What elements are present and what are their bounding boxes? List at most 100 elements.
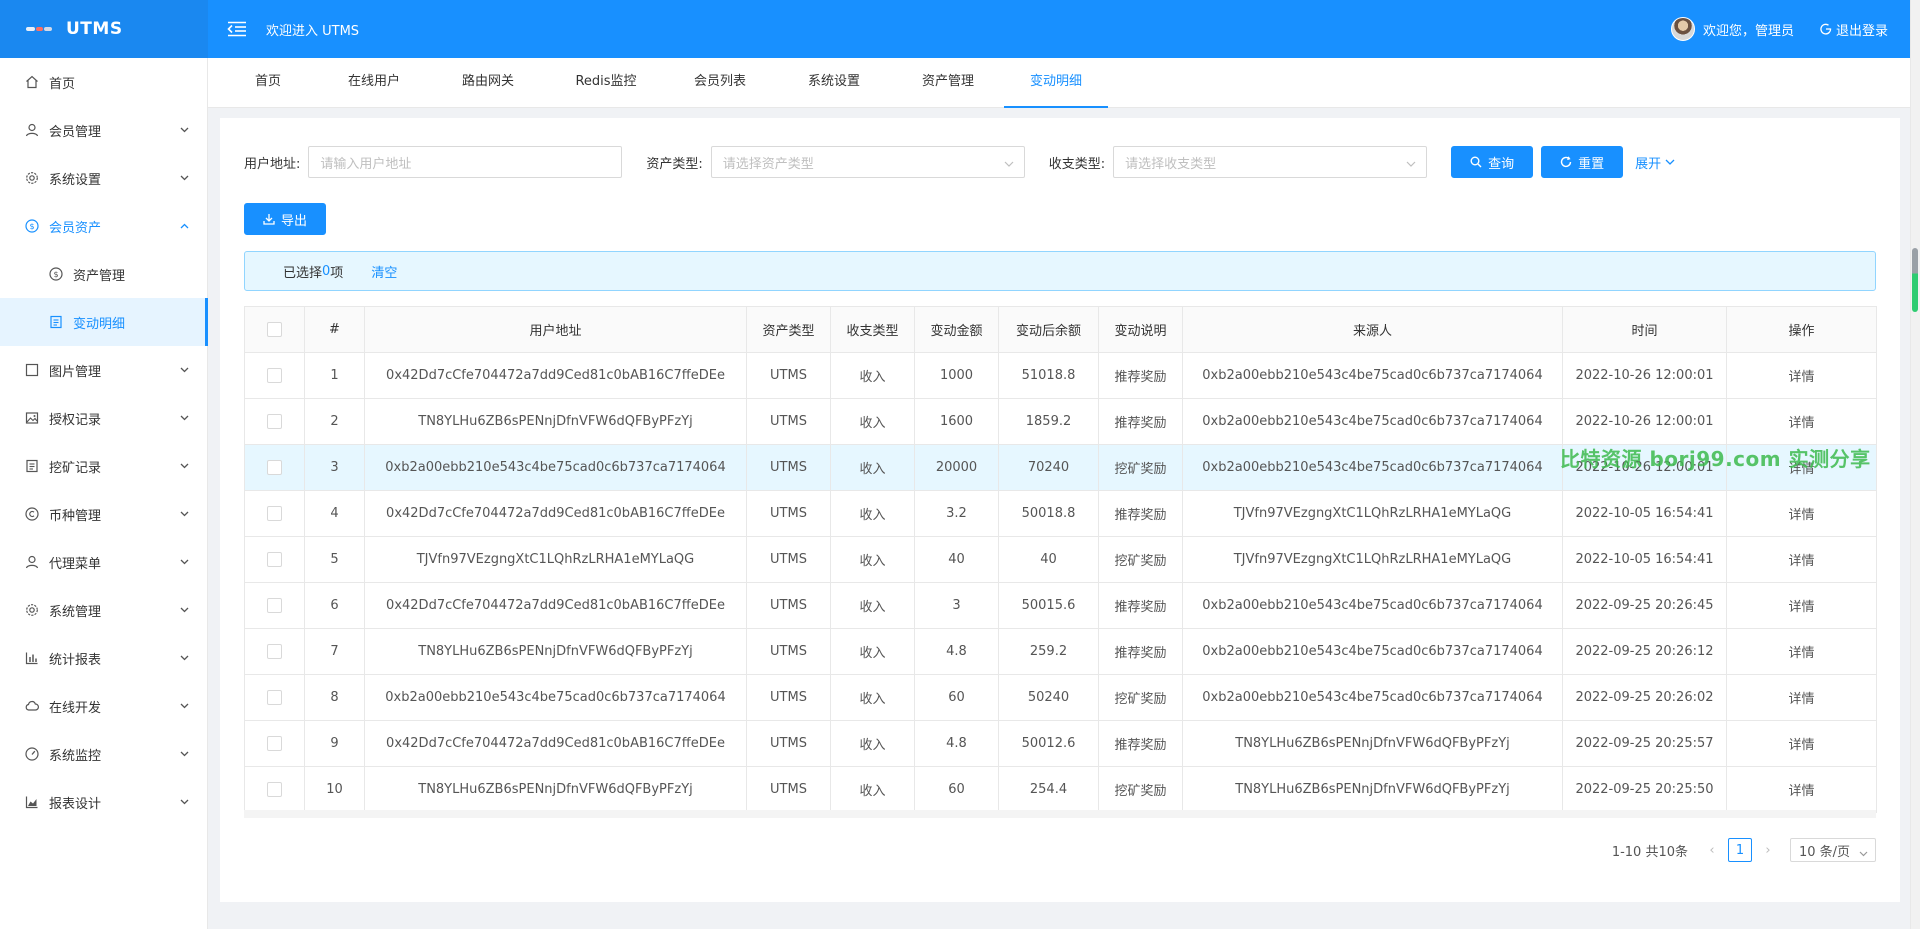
cloud-icon	[24, 698, 40, 714]
table-header-row: # 用户地址 资产类型 收支类型 变动金额 变动后余额 变动说明 来源人 时间 …	[244, 306, 1877, 353]
row-checkbox[interactable]	[244, 628, 305, 675]
details-link[interactable]: 详情	[1726, 582, 1877, 629]
row-checkbox[interactable]	[244, 490, 305, 537]
table-row[interactable]: 9 0x42Dd7cCfe704472a7dd9Ced81c0bAB16C7ff…	[244, 720, 1877, 767]
sidebar-item-member-management[interactable]: 会员管理	[0, 106, 207, 154]
page-size-select[interactable]: 10 条/页	[1790, 838, 1876, 862]
reset-button[interactable]: 重置	[1541, 146, 1624, 178]
logout-button[interactable]: 退出登录	[1820, 20, 1888, 39]
table-row[interactable]: 10 TN8YLHu6ZB6sPENnjDfnVFW6dQFByPFzYj UT…	[244, 766, 1877, 813]
table-row[interactable]: 6 0x42Dd7cCfe704472a7dd9Ced81c0bAB16C7ff…	[244, 582, 1877, 629]
details-link[interactable]: 详情	[1726, 398, 1877, 445]
details-link[interactable]: 详情	[1726, 536, 1877, 583]
chevron-down-icon	[1004, 157, 1014, 172]
select-all-checkbox[interactable]	[244, 306, 305, 353]
row-checkbox[interactable]	[244, 444, 305, 491]
sidebar-item-change-details[interactable]: 变动明细	[0, 298, 208, 346]
tab-route-gateway[interactable]: 路由网关	[448, 58, 528, 108]
dashboard-icon	[24, 746, 40, 762]
svg-text:$: $	[29, 222, 34, 231]
sidebar-item-system-settings[interactable]: 系统设置	[0, 154, 207, 202]
menu-fold-icon[interactable]	[226, 19, 248, 39]
page-1-button[interactable]: 1	[1728, 838, 1752, 862]
sidebar-item-currency-management[interactable]: 币种管理	[0, 490, 207, 538]
sidebar-item-online-development[interactable]: 在线开发	[0, 682, 207, 730]
col-header-source: 来源人	[1182, 306, 1563, 353]
user-avatar[interactable]	[1670, 17, 1695, 41]
chevron-down-icon	[179, 701, 189, 711]
expand-toggle[interactable]: 展开	[1635, 153, 1675, 172]
col-header-asset-type: 资产类型	[746, 306, 831, 353]
pagination: 1-10 共10条 ‹ 1 › 10 条/页	[1612, 838, 1876, 862]
page-scrollbar[interactable]	[1910, 0, 1920, 929]
sidebar-item-authorization-records[interactable]: 授权记录	[0, 394, 207, 442]
row-checkbox[interactable]	[244, 674, 305, 721]
details-link[interactable]: 详情	[1726, 628, 1877, 675]
sidebar-item-home[interactable]: 首页	[0, 58, 207, 106]
chevron-down-icon	[179, 509, 189, 519]
table-row[interactable]: 8 0xb2a00ebb210e543c4be75cad0c6b737ca717…	[244, 674, 1877, 721]
sidebar-item-mining-records[interactable]: 挖矿记录	[0, 442, 207, 490]
details-link[interactable]: 详情	[1726, 720, 1877, 767]
dollar-circle-icon: $	[24, 218, 40, 234]
user-address-input[interactable]: 请输入用户地址	[308, 146, 623, 178]
sidebar-item-member-assets[interactable]: $ 会员资产	[0, 202, 207, 250]
tab-home[interactable]: 首页	[240, 58, 296, 108]
table-horizontal-scrollbar[interactable]	[244, 810, 1876, 818]
row-checkbox[interactable]	[244, 766, 305, 813]
chevron-down-icon	[179, 365, 189, 375]
tab-online-users[interactable]: 在线用户	[334, 58, 414, 108]
row-checkbox[interactable]	[244, 398, 305, 445]
top-header: UTMS 欢迎进入 UTMS 欢迎您，管理员 退出登录	[0, 0, 1920, 58]
table-row[interactable]: 7 TN8YLHu6ZB6sPENnjDfnVFW6dQFByPFzYj UTM…	[244, 628, 1877, 675]
filter-bar: 用户地址: 请输入用户地址 资产类型: 请选择资产类型 收支类型: 请选择收支类…	[244, 146, 1675, 178]
chevron-down-icon	[179, 605, 189, 615]
table-row[interactable]: 4 0x42Dd7cCfe704472a7dd9Ced81c0bAB16C7ff…	[244, 490, 1877, 537]
table-row[interactable]: 5 TJVfn97VEzgngXtC1LQhRzLRHA1eMYLaQG UTM…	[244, 536, 1877, 583]
sidebar-item-system-monitoring[interactable]: 系统监控	[0, 730, 207, 778]
details-link[interactable]: 详情	[1726, 352, 1877, 399]
sidebar-item-agent-menu[interactable]: 代理菜单	[0, 538, 207, 586]
user-greeting[interactable]: 欢迎您，管理员	[1703, 20, 1794, 39]
sidebar-item-statistics-reports[interactable]: 统计报表	[0, 634, 207, 682]
tab-system-settings[interactable]: 系统设置	[794, 58, 874, 108]
asset-type-select[interactable]: 请选择资产类型	[710, 146, 1025, 178]
table-row[interactable]: 2 TN8YLHu6ZB6sPENnjDfnVFW6dQFByPFzYj UTM…	[244, 398, 1877, 445]
row-checkbox[interactable]	[244, 536, 305, 583]
change-details-table: # 用户地址 资产类型 收支类型 变动金额 变动后余额 变动说明 来源人 时间 …	[244, 306, 1877, 813]
io-type-select[interactable]: 请选择收支类型	[1113, 146, 1428, 178]
sidebar-item-report-design[interactable]: 报表设计	[0, 778, 207, 826]
gear-icon	[24, 170, 40, 186]
sidebar-item-image-management[interactable]: 图片管理	[0, 346, 207, 394]
next-page-icon[interactable]: ›	[1756, 843, 1780, 858]
app-logo[interactable]: UTMS	[0, 0, 208, 58]
user-icon	[24, 122, 40, 138]
row-checkbox[interactable]	[244, 720, 305, 767]
main-card: 用户地址: 请输入用户地址 资产类型: 请选择资产类型 收支类型: 请选择收支类…	[220, 118, 1900, 902]
clear-selection-link[interactable]: 清空	[371, 262, 397, 281]
tab-change-details[interactable]: 变动明细	[1004, 58, 1108, 108]
details-link[interactable]: 详情	[1726, 674, 1877, 721]
search-button[interactable]: 查询	[1451, 146, 1534, 178]
table-row[interactable]: 1 0x42Dd7cCfe704472a7dd9Ced81c0bAB16C7ff…	[244, 352, 1877, 399]
chevron-down-icon	[1859, 846, 1868, 861]
dollar-circle-icon: $	[48, 266, 64, 282]
export-button[interactable]: 导出	[244, 203, 326, 235]
page-scrollbar-thumb[interactable]	[1912, 248, 1918, 312]
sidebar-item-system-management[interactable]: 系统管理	[0, 586, 207, 634]
row-checkbox[interactable]	[244, 352, 305, 399]
col-header-action: 操作	[1726, 306, 1877, 353]
app-title: UTMS	[66, 19, 123, 39]
details-link[interactable]: 详情	[1726, 766, 1877, 813]
prev-page-icon[interactable]: ‹	[1700, 843, 1724, 858]
tab-member-list[interactable]: 会员列表	[680, 58, 760, 108]
details-link[interactable]: 详情	[1726, 490, 1877, 537]
row-checkbox[interactable]	[244, 582, 305, 629]
document-icon	[48, 314, 64, 330]
tab-redis-monitor[interactable]: Redis监控	[558, 58, 654, 108]
copyright-icon	[24, 506, 40, 522]
col-header-change-amount: 变动金额	[914, 306, 999, 353]
tab-asset-management[interactable]: 资产管理	[908, 58, 988, 108]
logo-mark-icon	[26, 23, 52, 35]
sidebar-item-asset-management[interactable]: $ 资产管理	[0, 250, 207, 298]
